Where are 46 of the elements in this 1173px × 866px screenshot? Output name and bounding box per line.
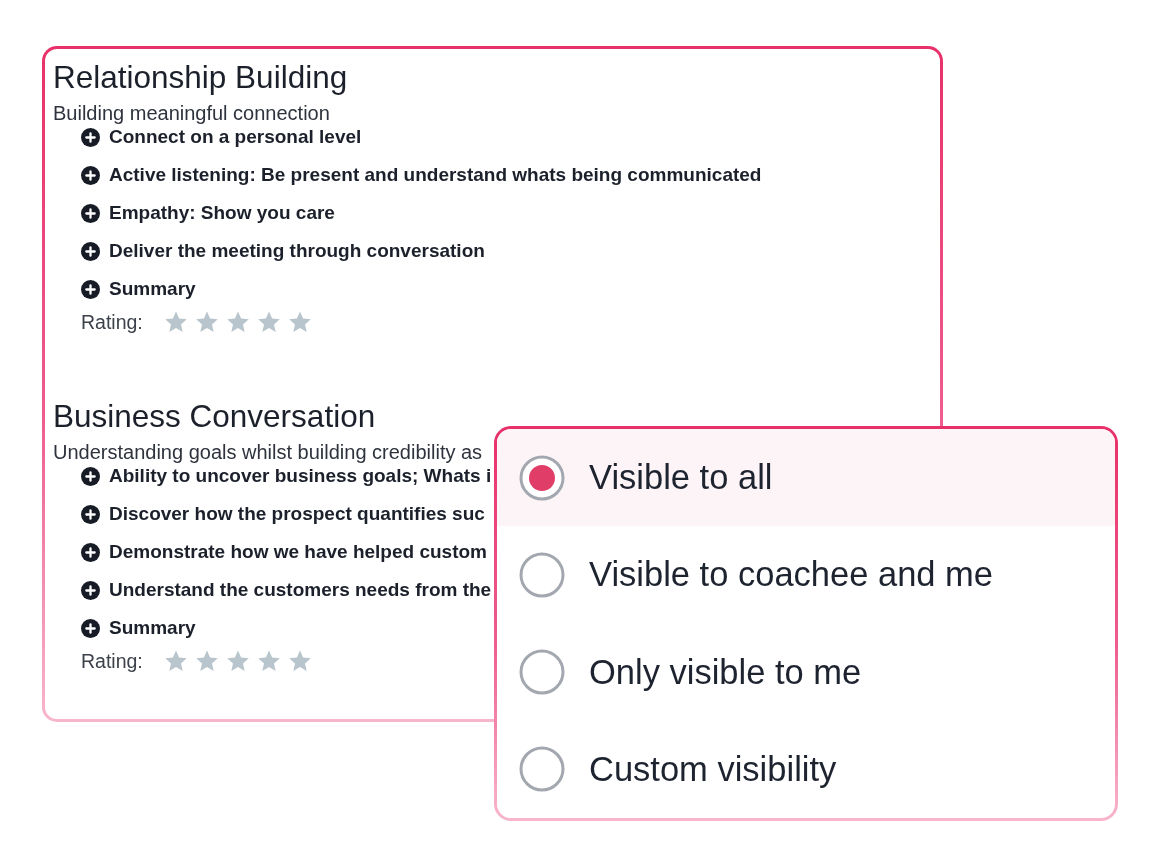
plus-circle-icon[interactable] [81,466,100,486]
criterion-label: Summary [109,617,196,639]
star-icon[interactable] [257,649,281,673]
section-subtitle: Understanding goals whilst building credibility as [53,441,483,463]
radio-icon[interactable] [519,746,565,793]
criterion-label: Ability to uncover business goals; Whats i [109,465,492,487]
star-rating[interactable] [164,649,312,673]
plus-circle-icon[interactable] [81,279,100,299]
criterion-label: Empathy: Show you care [109,202,335,224]
star-rating[interactable] [164,310,312,334]
plus-circle-icon[interactable] [81,580,100,600]
star-icon[interactable] [164,310,188,334]
star-icon[interactable] [226,649,250,673]
criterion-label: Deliver the meeting through conversation [109,240,485,262]
radio-icon[interactable] [519,454,565,501]
visibility-option[interactable]: Only visible to me [497,623,1115,721]
section-subtitle: Building meaningful connection [53,102,330,124]
visibility-option[interactable]: Custom visibility [497,720,1115,818]
plus-circle-icon[interactable] [81,618,100,638]
star-icon[interactable] [226,310,250,334]
plus-circle-icon[interactable] [81,504,100,524]
visibility-option[interactable]: Visible to all [497,429,1115,527]
criterion-label: Understand the customers needs from the [109,579,492,601]
star-icon[interactable] [288,649,312,673]
star-icon[interactable] [195,649,219,673]
plus-circle-icon[interactable] [81,203,100,223]
section-title: Business Conversation [53,398,376,434]
star-icon[interactable] [195,310,219,334]
section-title: Relationship Building [53,59,348,95]
star-icon[interactable] [288,310,312,334]
criterion-label: Demonstrate how we have helped custom [109,541,487,563]
visibility-option[interactable]: Visible to coachee and me [497,526,1115,624]
plus-circle-icon[interactable] [81,127,100,147]
plus-circle-icon[interactable] [81,165,100,185]
rating-label: Rating: [81,310,144,334]
criterion-label: Connect on a personal level [109,126,362,148]
radio-icon[interactable] [519,551,565,598]
star-icon[interactable] [164,649,188,673]
plus-circle-icon[interactable] [81,542,100,562]
criterion-label: Discover how the prospect quantifies suc [109,503,485,525]
plus-circle-icon[interactable] [81,241,100,261]
criterion-label: Summary [109,278,196,300]
radio-icon[interactable] [519,649,565,696]
rating-label: Rating: [81,649,144,673]
criterion-label: Active listening: Be present and understand whats being communicated [109,164,762,186]
star-icon[interactable] [257,310,281,334]
